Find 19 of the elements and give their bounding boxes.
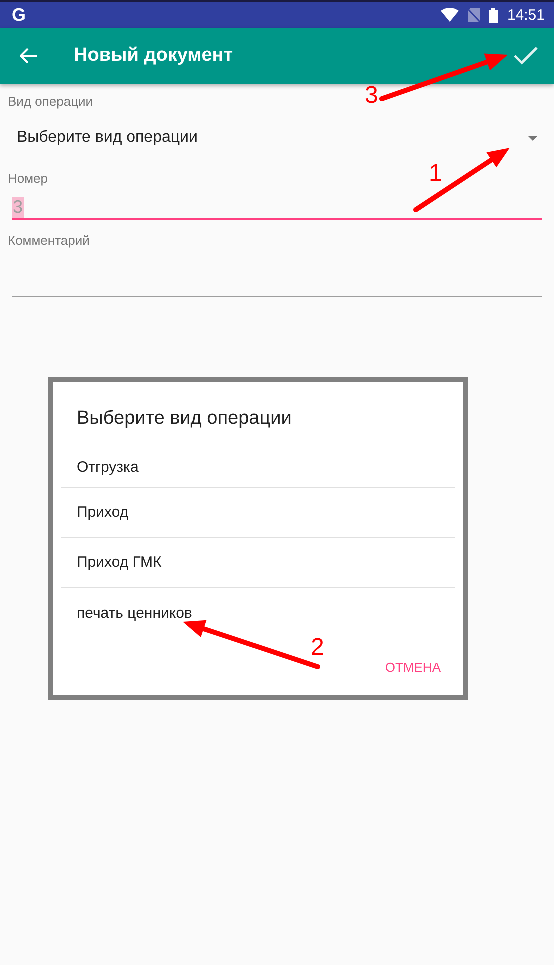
field-label: Номер [8,171,48,186]
operation-option[interactable]: Приход ГМК [61,538,455,588]
screen-title: Новый документ [74,45,234,67]
no-sim-icon [468,8,480,22]
wifi-icon [441,8,460,22]
operation-option[interactable]: Отгрузка [61,448,455,488]
app-letter: G [12,4,26,26]
annotation-number: 3 [365,82,378,109]
operation-dropdown[interactable]: Выберите вид операции [8,115,542,159]
clock: 14:51 [507,6,545,24]
annotation-number: 1 [429,160,442,187]
check-icon[interactable] [514,47,538,65]
operation-option[interactable]: Приход [61,488,455,538]
dialog-title: Выберите вид операции [76,407,293,431]
field-label: Вид операции [8,94,94,109]
battery-icon [489,8,498,22]
back-arrow-icon[interactable] [20,48,38,64]
field-label: Комментарий [8,233,90,248]
dropdown-caret-icon [528,136,538,140]
